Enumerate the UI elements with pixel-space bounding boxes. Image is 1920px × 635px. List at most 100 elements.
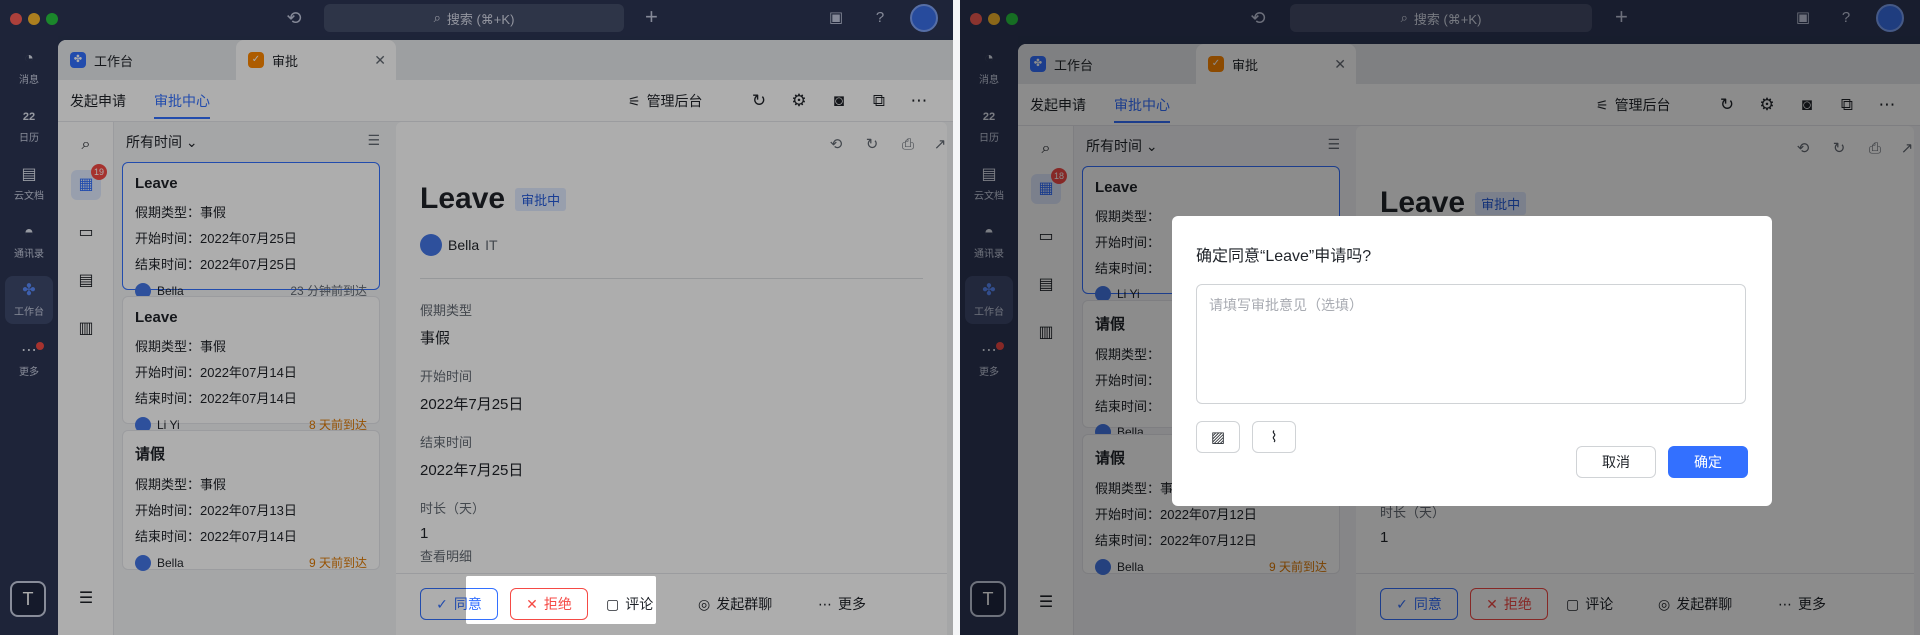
maximize-window-button[interactable] [46,13,58,25]
applicant-name: Bella [448,237,480,253]
rail-item-messages[interactable]: ◔ 消息 [0,50,58,86]
docs-icon: ▤ [21,166,37,183]
image-icon: ▨ [1210,429,1226,446]
chevron-down-icon: ⌄ [185,134,198,150]
tab-approval[interactable]: ✓ 审批 ✕ [236,40,396,80]
search-placeholder: 搜索 (⌘+K) [446,11,515,27]
task-inbox-icon[interactable]: ▣ [826,8,846,28]
field-end-time: 结束时间 2022年7月25日 [420,435,524,479]
rail-item-docs[interactable]: ▤ 云文档 [0,166,58,202]
sliders-icon: ⚟ [628,92,641,109]
attach-file-button[interactable]: ⌇ [1252,421,1296,453]
minimize-window-button[interactable] [28,13,40,25]
view-details-link[interactable]: 查看明细 [420,546,472,565]
chat-icon: ◔ [24,50,34,67]
confirm-button[interactable]: 确定 [1668,446,1748,478]
history-icon[interactable]: ⟲ [283,7,305,29]
check-icon: ✓ [436,595,448,612]
contacts-icon: ◓ [24,224,34,241]
screenshot-approve-dialog: ⟲ ⌕ 搜索 (⌘+K) + ▣ ? ◔ 消息 22 日历 ▤ 云文档 ◓ 通讯录 ✤ 工… [960,0,1920,635]
group-chat-button[interactable]: ◎ 发起群聊 [698,588,772,620]
collapse-menu-icon[interactable]: ☰ [71,584,101,614]
bot-icon[interactable]: ◙ [828,90,850,112]
attach-image-button[interactable]: ▨ [1196,421,1240,453]
avatar [135,554,151,571]
tab-bar: ✤ 工作台 ✓ 审批 ✕ [58,40,953,80]
card-row: 假期类型：事假 [135,339,227,354]
card-title: Leave [135,309,178,326]
applicant-name: Bella [157,555,184,570]
rail-item-workplace[interactable]: ✤ 工作台 [5,276,53,324]
refresh-icon[interactable]: ↻ [861,134,883,156]
paperclip-icon: ⌇ [1270,429,1278,446]
sort-icon[interactable]: ☰ [367,132,380,149]
approve-confirm-dialog: 确定同意“Leave”申请吗? ▨ ⌇ 取消 确定 [1172,216,1772,506]
rotate-icon[interactable]: ⟲ [825,134,847,156]
more-icon: ⋯ [818,596,832,612]
workplace-icon: ✤ [22,282,36,299]
sub-navigation: 发起申请 审批中心 ⚟ 管理后台 ↻ ⚙ ◙ ⧉ ⋯ [58,80,953,122]
card-row: 假期类型：事假 [135,477,227,492]
window-mode-icon[interactable]: ⧉ [868,90,890,112]
list-item[interactable]: 请假 假期类型：事假 开始时间：2022年07月13日 结束时间：2022年07… [122,430,380,571]
title-bar: ⟲ ⌕ 搜索 (⌘+K) + ▣ ? [0,0,953,36]
list-item[interactable]: Leave 假期类型：事假 开始时间：2022年07月14日 结束时间：2022… [122,296,380,433]
approval-comment-input[interactable] [1196,284,1746,404]
close-window-button[interactable] [10,13,22,25]
cc-icon[interactable]: ▥ [71,314,101,344]
dialog-title: 确定同意“Leave”申请吗? [1196,248,1372,265]
more-options-icon[interactable]: ⋯ [908,90,930,112]
pending-icon[interactable]: ▦ 19 [71,164,107,200]
approval-tab-icon: ✓ [248,52,264,68]
share-icon[interactable]: ↗ [929,134,951,156]
field-duration: 时长（天） 1 [420,501,486,542]
profile-button[interactable]: T [10,581,46,617]
approval-detail: ⟲ ↻ ⎙ ↗ Leave 审批中 Bella IT 假期类型 事假 开始时间 2022… [396,122,947,635]
divider [420,278,923,279]
arrival-time: 9 天前到达 [308,556,367,570]
refresh-icon[interactable]: ↻ [748,90,770,112]
nav-initiate[interactable]: 发起申请 [70,80,126,122]
help-icon[interactable]: ? [870,8,890,28]
app-rail: ◔ 消息 22 日历 ▤ 云文档 ◓ 通讯录 ✤ 工作台 ⋯ 更多 T [0,36,58,635]
search-icon[interactable]: ⌕ [71,130,101,160]
card-title: 请假 [135,446,166,463]
department: IT [485,237,498,253]
detail-title: Leave [420,182,506,215]
admin-console-button[interactable]: ⚟ 管理后台 [628,80,703,122]
cancel-button[interactable]: 取消 [1576,446,1656,478]
user-avatar[interactable] [910,4,938,32]
card-row: 假期类型：事假 [135,205,227,220]
time-filter-dropdown[interactable]: 所有时间 ⌄ [126,132,198,152]
field-start-time: 开始时间 2022年7月25日 [420,369,524,413]
search-icon: ⌕ [433,10,441,25]
tab-workplace[interactable]: ✤ 工作台 [58,40,236,80]
rail-item-contacts[interactable]: ◓ 通讯录 [0,224,58,260]
global-search[interactable]: ⌕ 搜索 (⌘+K) [324,4,624,32]
calendar-icon: 22 [22,111,36,123]
settings-gear-icon[interactable]: ⚙ [788,90,810,112]
card-row: 结束时间：2022年07月14日 [135,391,297,406]
initiated-icon[interactable]: ▤ [71,266,101,296]
group-chat-icon: ◎ [698,596,711,612]
approval-side-menu: ⌕ ▦ 19 ▭ ▤ ▥ ☰ [58,122,114,635]
main-window: ✤ 工作台 ✓ 审批 ✕ 发起申请 审批中心 ⚟ 管理后台 ↻ ⚙ ◙ ⧉ ⋯ ⌕ ▦ 1… [58,40,953,635]
card-row: 开始时间：2022年07月14日 [135,365,297,380]
status-badge: 审批中 [515,187,567,211]
workplace-tab-icon: ✤ [70,52,86,68]
archive-icon[interactable]: ▭ [71,218,101,248]
card-row: 结束时间：2022年07月14日 [135,529,297,544]
print-icon[interactable]: ⎙ [897,134,919,156]
new-plus-icon[interactable]: + [645,6,658,28]
notification-dot [36,342,44,350]
approval-list: 所有时间 ⌄ ☰ Leave 假期类型：事假 开始时间：2022年07月25日 … [114,122,390,635]
rail-item-calendar[interactable]: 22 日历 [0,108,58,144]
list-item[interactable]: Leave 假期类型：事假 开始时间：2022年07月25日 结束时间：2022… [122,162,380,299]
card-row: 开始时间：2022年07月13日 [135,503,297,518]
close-tab-icon[interactable]: ✕ [374,52,386,69]
more-actions-button[interactable]: ⋯ 更多 [818,588,866,620]
rail-item-more[interactable]: ⋯ 更多 [0,342,58,378]
card-row: 开始时间：2022年07月25日 [135,231,297,246]
spotlight-highlight [466,576,656,624]
nav-approval-center[interactable]: 审批中心 [154,80,210,122]
